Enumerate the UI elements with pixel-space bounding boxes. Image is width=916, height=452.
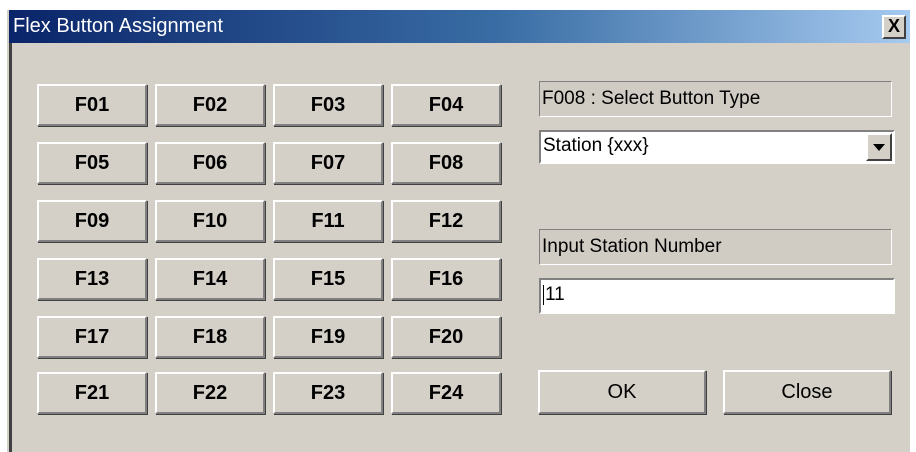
- flex-button-f23[interactable]: F23: [273, 372, 383, 414]
- close-button[interactable]: Close: [723, 370, 891, 414]
- station-number-input[interactable]: 11: [539, 278, 895, 314]
- title-bar: Flex Button Assignment X: [9, 10, 910, 43]
- station-number-label: Input Station Number: [539, 229, 892, 265]
- chevron-down-icon: [873, 143, 885, 151]
- button-type-value: Station {xxx}: [543, 135, 649, 156]
- ok-button[interactable]: OK: [538, 370, 706, 414]
- flex-button-f20[interactable]: F20: [391, 316, 501, 358]
- close-window-button[interactable]: X: [882, 15, 906, 39]
- text-cursor: [543, 284, 544, 305]
- flex-button-f11[interactable]: F11: [273, 200, 383, 242]
- flex-button-f21[interactable]: F21: [37, 372, 147, 414]
- dialog-left-edge: [9, 43, 12, 452]
- flex-button-f12[interactable]: F12: [391, 200, 501, 242]
- flex-button-f07[interactable]: F07: [273, 142, 383, 184]
- close-icon: X: [887, 16, 900, 36]
- flex-button-f05[interactable]: F05: [37, 142, 147, 184]
- flex-button-assignment-dialog: Flex Button Assignment X F01 F02 F03 F04…: [7, 10, 910, 452]
- flex-button-f19[interactable]: F19: [273, 316, 383, 358]
- window-title: Flex Button Assignment: [13, 15, 224, 37]
- flex-button-f04[interactable]: F04: [391, 84, 501, 126]
- flex-button-f02[interactable]: F02: [155, 84, 265, 126]
- flex-button-f24[interactable]: F24: [391, 372, 501, 414]
- flex-button-f06[interactable]: F06: [155, 142, 265, 184]
- flex-button-f15[interactable]: F15: [273, 258, 383, 300]
- button-type-label: F008 : Select Button Type: [539, 81, 892, 117]
- flex-button-f01[interactable]: F01: [37, 84, 147, 126]
- flex-button-f17[interactable]: F17: [37, 316, 147, 358]
- button-type-select[interactable]: Station {xxx}: [539, 130, 895, 164]
- flex-button-f14[interactable]: F14: [155, 258, 265, 300]
- flex-button-f13[interactable]: F13: [37, 258, 147, 300]
- flex-button-f16[interactable]: F16: [391, 258, 501, 300]
- flex-button-f09[interactable]: F09: [37, 200, 147, 242]
- flex-button-f03[interactable]: F03: [273, 84, 383, 126]
- flex-button-f22[interactable]: F22: [155, 372, 265, 414]
- flex-button-f10[interactable]: F10: [155, 200, 265, 242]
- flex-button-f08[interactable]: F08: [391, 142, 501, 184]
- flex-button-f18[interactable]: F18: [155, 316, 265, 358]
- station-number-value: 11: [545, 284, 565, 305]
- dropdown-arrow-button[interactable]: [866, 133, 892, 161]
